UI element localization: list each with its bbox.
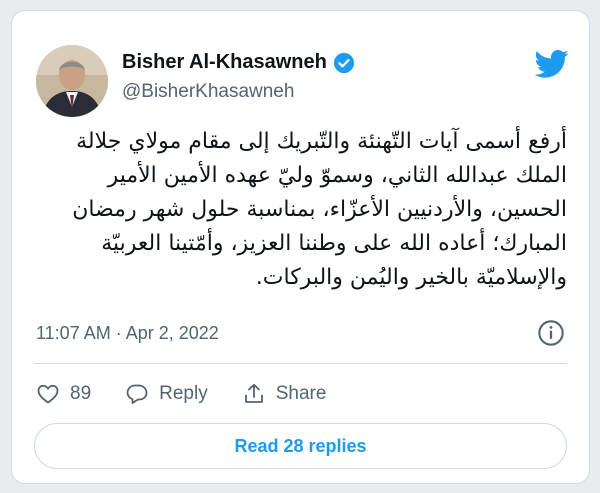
- read-replies-button[interactable]: Read 28 replies: [34, 423, 567, 469]
- share-icon: [244, 383, 263, 403]
- action-bar: 89 Reply Share: [36, 377, 360, 411]
- verified-badge-icon: [333, 52, 354, 73]
- reply-bubble-icon: [126, 384, 148, 404]
- divider: [34, 363, 567, 364]
- like-count: 89: [70, 383, 92, 404]
- share-label: Share: [275, 383, 327, 404]
- twitter-bird-icon[interactable]: [535, 49, 569, 79]
- tweet-timestamp[interactable]: 11:07 AM · Apr 2, 2022: [36, 323, 219, 344]
- reply-button[interactable]: Reply: [125, 382, 208, 406]
- like-button[interactable]: 89: [36, 382, 91, 406]
- reply-label: Reply: [159, 383, 208, 404]
- avatar-photo: [36, 45, 108, 117]
- avatar[interactable]: [36, 45, 108, 117]
- tweet-text: أرفع أسمى آيات التّهنئة والتّبريك إلى مق…: [72, 129, 567, 290]
- author-display-name[interactable]: Bisher Al-Khasawneh: [122, 51, 327, 74]
- tweet-card: Bisher Al-Khasawneh @BisherKhasawneh أرف…: [11, 10, 590, 484]
- author-name-row: Bisher Al-Khasawneh: [122, 51, 355, 74]
- author-handle[interactable]: @BisherKhasawneh: [122, 81, 294, 103]
- share-button[interactable]: Share: [242, 382, 327, 406]
- heart-icon: [37, 384, 59, 404]
- info-icon[interactable]: [537, 319, 565, 347]
